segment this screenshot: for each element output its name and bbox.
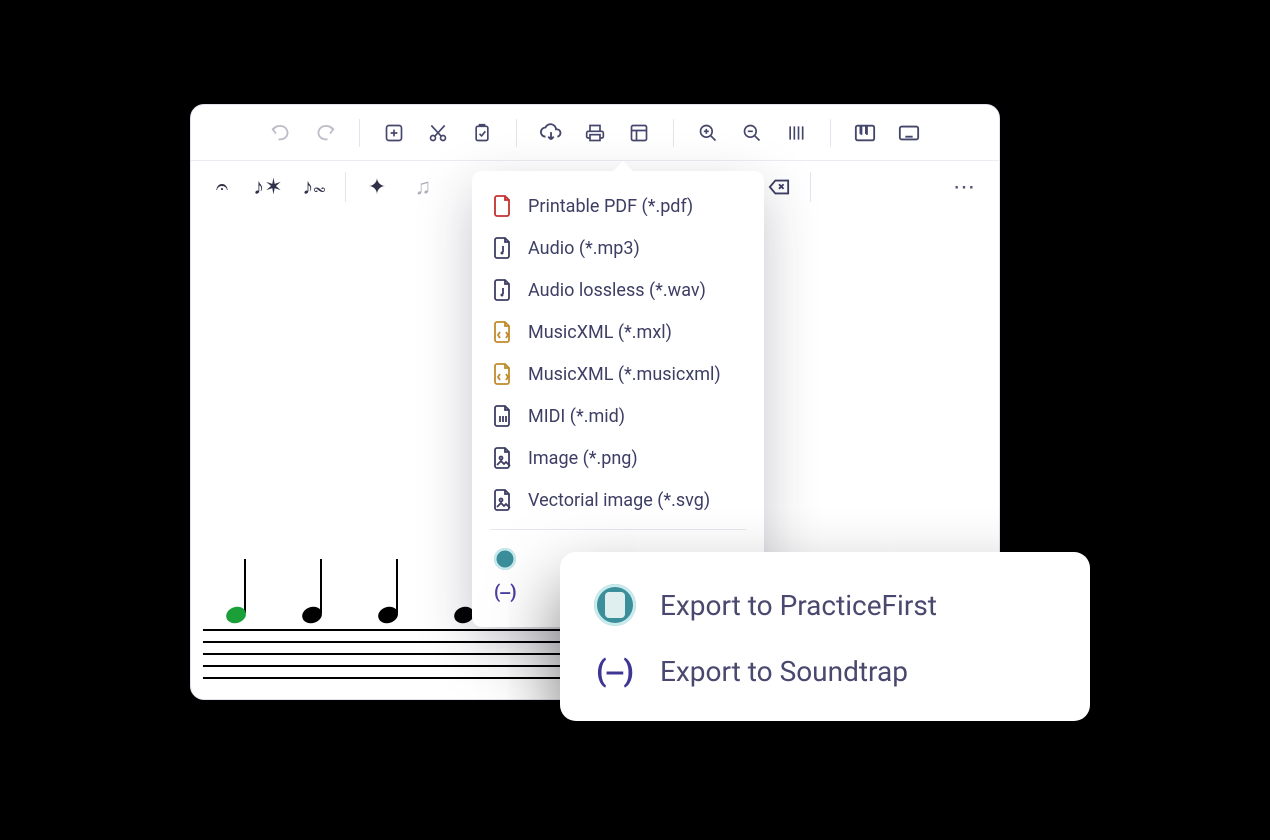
image-file-icon [494,489,514,511]
bar-lines-button[interactable] [779,116,813,150]
notation-item-3[interactable]: ✦ [354,167,400,207]
music-note [289,559,335,639]
notation-item-0[interactable]: 𝄐 [199,167,245,207]
export-item-label: Export to Soundtrap [660,655,908,688]
zoom-out-button[interactable] [735,116,769,150]
export-item-png[interactable]: Image (*.png) [472,437,764,479]
music-note [365,559,411,639]
piano-button[interactable] [848,116,882,150]
notation-item-4[interactable]: ♫ [400,167,446,207]
export-item-label: Audio lossless (*.wav) [528,280,706,301]
redo-button[interactable] [308,116,342,150]
print-button[interactable] [578,116,612,150]
main-toolbar [191,105,999,161]
export-item-label: MIDI (*.mid) [528,406,625,427]
music-note [213,559,259,639]
export-item-label: MusicXML (*.mxl) [528,322,672,343]
export-item-svg[interactable]: Vectorial image (*.svg) [472,479,764,521]
magnified-export-panel: Export to PracticeFirst (‒) Export to So… [560,552,1090,721]
cloud-download-button[interactable] [534,116,568,150]
clipboard-check-button[interactable] [465,116,499,150]
audio-file-icon [494,237,514,259]
export-item-label: Export to PracticeFirst [660,589,937,622]
export-item-label: MusicXML (*.musicxml) [528,364,721,385]
notation-item-2[interactable]: ♪𝆗 [291,167,337,207]
export-item-label: Printable PDF (*.pdf) [528,196,693,217]
xml-file-icon [494,363,514,385]
export-to-practicefirst[interactable]: Export to PracticeFirst [588,570,1062,640]
add-box-button[interactable] [377,116,411,150]
audio-file-icon [494,279,514,301]
zoom-in-button[interactable] [691,116,725,150]
export-to-soundtrap[interactable]: (‒) Export to Soundtrap [588,640,1062,703]
export-item-musicxml[interactable]: MusicXML (*.musicxml) [472,353,764,395]
more-button[interactable]: ⋯ [945,175,985,200]
practicefirst-icon [594,584,636,626]
keyboard-button[interactable] [892,116,926,150]
pdf-file-icon [494,195,514,217]
export-item-label: Audio (*.mp3) [528,238,640,259]
image-file-icon [494,447,514,469]
xml-file-icon [494,321,514,343]
export-item-mp3[interactable]: Audio (*.mp3) [472,227,764,269]
notation-item-1[interactable]: ♪✶ [245,167,291,207]
soundtrap-icon: (‒) [594,654,636,689]
midi-file-icon [494,405,514,427]
soundtrap-icon: (‒) [494,582,516,603]
export-item-label: Vectorial image (*.svg) [528,490,710,511]
export-item-pdf[interactable]: Printable PDF (*.pdf) [472,185,764,227]
undo-button[interactable] [264,116,298,150]
export-item-midi[interactable]: MIDI (*.mid) [472,395,764,437]
cut-button[interactable] [421,116,455,150]
layout-button[interactable] [622,116,656,150]
practicefirst-icon [494,548,516,570]
export-item-mxl[interactable]: MusicXML (*.mxl) [472,311,764,353]
export-item-wav[interactable]: Audio lossless (*.wav) [472,269,764,311]
export-item-label: Image (*.png) [528,448,638,469]
